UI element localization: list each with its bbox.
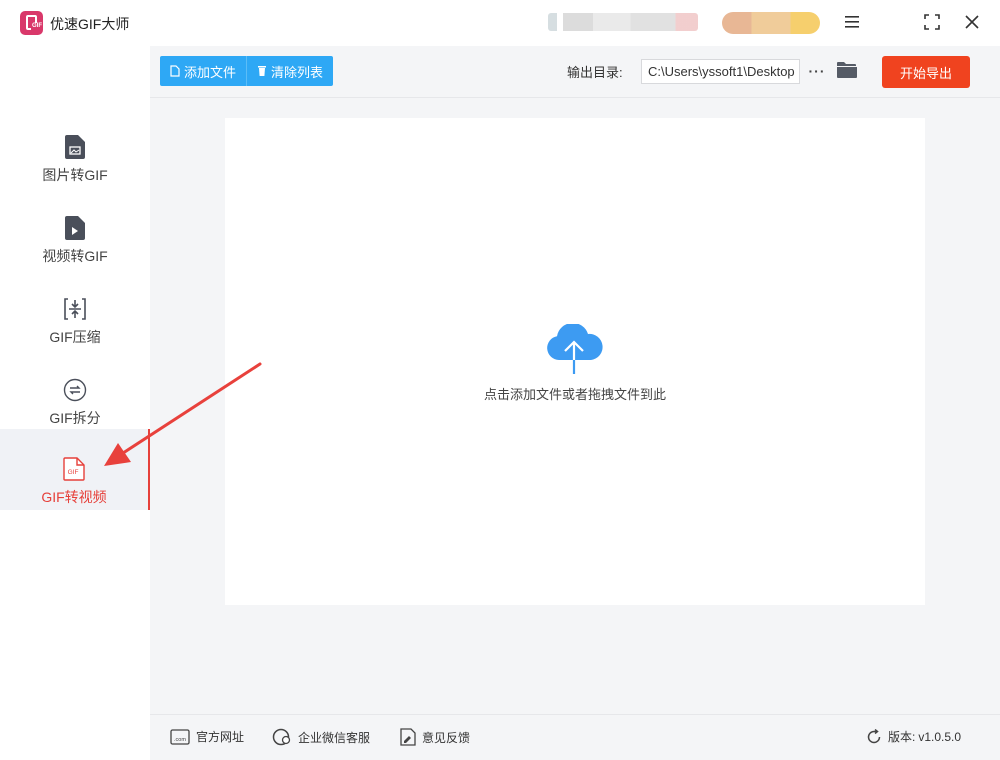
official-website-link[interactable]: .com 官方网址 — [170, 728, 244, 745]
app-title: 优速GIF大师 — [50, 16, 130, 32]
fullscreen-icon[interactable] — [920, 10, 944, 34]
wechat-support-link[interactable]: 企业微信客服 — [272, 728, 370, 746]
app-logo-icon: GIF — [20, 11, 43, 35]
feedback-label: 意见反馈 — [422, 730, 471, 745]
app-logo-tag: GIF — [31, 23, 43, 30]
image-file-icon — [63, 135, 87, 159]
sidebar-item-gif-compress[interactable]: GIF压缩 — [0, 269, 150, 350]
file-drop-zone[interactable]: 点击添加文件或者拖拽文件到此 — [225, 118, 925, 605]
sidebar-item-label: 图片转GIF — [42, 167, 108, 183]
compress-icon — [63, 297, 87, 321]
folder-icon[interactable] — [836, 60, 858, 82]
wechat-label: 企业微信客服 — [298, 730, 371, 745]
more-options-button[interactable]: ··· — [808, 59, 826, 83]
sidebar: 图片转GIF 视频转GIF GIF压缩 GIF拆分 GIF GIF转视频 — [0, 46, 150, 760]
drop-hint-text: 点击添加文件或者拖拽文件到此 — [483, 387, 666, 402]
user-badge-blurred[interactable] — [722, 12, 820, 34]
output-dir-label: 输出目录: — [567, 65, 623, 80]
sidebar-item-gif-to-video[interactable]: GIF GIF转视频 — [0, 429, 150, 510]
file-icon — [170, 65, 180, 77]
sidebar-item-image-to-gif[interactable]: 图片转GIF — [0, 107, 150, 188]
wechat-icon — [272, 728, 292, 746]
main-area: 添加文件 清除列表 输出目录: C:\Users\yssoft1\Desktop… — [150, 46, 1000, 714]
website-icon: .com — [170, 728, 190, 745]
hamburger-icon[interactable] — [840, 10, 864, 34]
account-info-blurred — [548, 13, 698, 31]
file-button-group: 添加文件 清除列表 — [160, 56, 334, 86]
sidebar-item-label: 视频转GIF — [42, 248, 108, 264]
gif-icon-text: GIF — [68, 469, 79, 476]
clear-list-button[interactable]: 清除列表 — [246, 56, 334, 86]
feedback-link[interactable]: 意见反馈 — [400, 728, 470, 746]
start-export-button[interactable]: 开始导出 — [882, 56, 970, 88]
refresh-icon[interactable] — [866, 728, 882, 745]
output-dir-field[interactable]: C:\Users\yssoft1\Desktop — [641, 59, 800, 84]
feedback-icon — [400, 728, 416, 746]
add-file-label: 添加文件 — [184, 64, 237, 80]
gif-file-icon: GIF — [62, 457, 86, 481]
ellipsis-icon: ··· — [808, 63, 826, 79]
cloud-upload-icon — [543, 322, 605, 376]
footer: .com 官方网址 企业微信客服 意见反馈 版本: v1.0.5.0 — [150, 714, 1000, 760]
title-bar: GIF 优速GIF大师 — [0, 0, 1000, 46]
version-value: v1.0.5.0 — [918, 729, 962, 744]
video-file-icon — [63, 216, 87, 240]
sidebar-item-label: GIF压缩 — [49, 329, 101, 345]
add-file-button[interactable]: 添加文件 — [160, 56, 247, 86]
trash-icon — [257, 65, 267, 77]
toolbar: 添加文件 清除列表 输出目录: C:\Users\yssoft1\Desktop… — [150, 46, 1000, 98]
sidebar-item-label: GIF转视频 — [41, 489, 107, 505]
close-icon[interactable] — [960, 10, 984, 34]
website-icon-text: .com — [174, 737, 186, 743]
sidebar-item-label: GIF拆分 — [49, 410, 101, 426]
clear-list-label: 清除列表 — [271, 64, 324, 80]
split-icon — [63, 378, 87, 402]
sidebar-item-gif-split[interactable]: GIF拆分 — [0, 350, 150, 431]
version-info: 版本: v1.0.5.0 — [866, 728, 961, 745]
version-label: 版本: — [888, 730, 916, 744]
website-label: 官方网址 — [196, 730, 245, 744]
sidebar-item-video-to-gif[interactable]: 视频转GIF — [0, 188, 150, 269]
